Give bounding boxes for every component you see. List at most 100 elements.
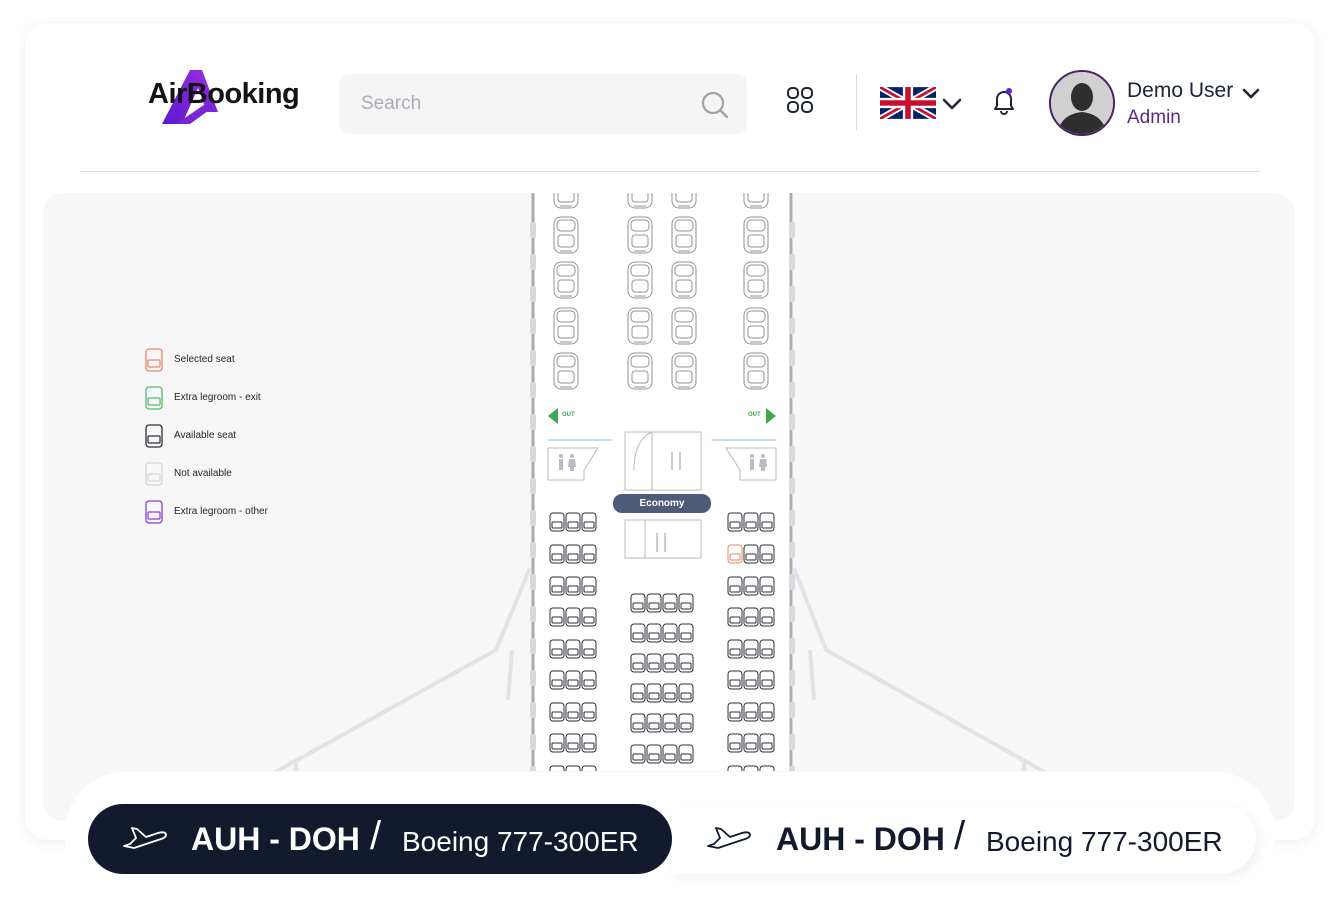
business-seat[interactable]	[553, 307, 579, 345]
business-seat[interactable]	[553, 352, 579, 390]
economy-seat[interactable]	[581, 544, 597, 564]
economy-seat[interactable]	[662, 744, 678, 764]
economy-seat[interactable]	[727, 544, 743, 564]
economy-seat[interactable]	[727, 670, 743, 690]
business-seat[interactable]	[553, 261, 579, 299]
economy-seat[interactable]	[646, 744, 662, 764]
airplane-icon	[707, 827, 751, 849]
economy-seat[interactable]	[565, 702, 581, 722]
economy-seat[interactable]	[743, 670, 759, 690]
aircraft-model: Boeing 777-300ER	[402, 826, 639, 857]
economy-seat[interactable]	[581, 607, 597, 627]
economy-seat[interactable]	[727, 733, 743, 753]
business-seat[interactable]	[743, 307, 769, 345]
economy-seat[interactable]	[565, 639, 581, 659]
business-seat[interactable]	[671, 172, 697, 209]
economy-seat[interactable]	[727, 512, 743, 532]
economy-seat[interactable]	[743, 702, 759, 722]
economy-seat[interactable]	[549, 670, 565, 690]
economy-seat[interactable]	[678, 653, 694, 673]
economy-seat[interactable]	[565, 544, 581, 564]
business-seat[interactable]	[743, 216, 769, 254]
economy-seat[interactable]	[549, 733, 565, 753]
economy-seat[interactable]	[727, 702, 743, 722]
economy-seat[interactable]	[549, 512, 565, 532]
business-seat[interactable]	[553, 172, 579, 209]
flight-tab-2[interactable]: AUH - DOH / Boeing 777-300ER	[672, 804, 1256, 874]
economy-seat[interactable]	[743, 544, 759, 564]
economy-seat[interactable]	[581, 702, 597, 722]
business-seat[interactable]	[671, 352, 697, 390]
economy-seat[interactable]	[565, 607, 581, 627]
economy-seat[interactable]	[743, 733, 759, 753]
business-seat[interactable]	[671, 261, 697, 299]
economy-seat[interactable]	[549, 576, 565, 596]
economy-seat[interactable]	[630, 744, 646, 764]
economy-seat[interactable]	[549, 544, 565, 564]
business-seat[interactable]	[627, 172, 653, 209]
economy-seat[interactable]	[630, 713, 646, 733]
legend-label: Extra legroom - other	[174, 506, 268, 517]
economy-seat[interactable]	[743, 607, 759, 627]
economy-seat[interactable]	[727, 576, 743, 596]
window	[530, 702, 536, 718]
business-seat[interactable]	[743, 172, 769, 209]
economy-seat[interactable]	[646, 713, 662, 733]
business-seat[interactable]	[627, 216, 653, 254]
economy-seat[interactable]	[646, 683, 662, 703]
economy-seat[interactable]	[549, 639, 565, 659]
economy-seat[interactable]	[662, 713, 678, 733]
economy-seat[interactable]	[662, 653, 678, 673]
economy-seat[interactable]	[662, 593, 678, 613]
business-seat[interactable]	[627, 352, 653, 390]
economy-seat[interactable]	[646, 653, 662, 673]
economy-seat[interactable]	[743, 639, 759, 659]
business-seat[interactable]	[553, 216, 579, 254]
business-seat[interactable]	[671, 216, 697, 254]
economy-seat[interactable]	[646, 623, 662, 643]
economy-seat[interactable]	[759, 702, 775, 722]
economy-seat[interactable]	[759, 639, 775, 659]
economy-seat[interactable]	[759, 512, 775, 532]
economy-seat[interactable]	[646, 593, 662, 613]
economy-seat[interactable]	[759, 544, 775, 564]
economy-seat[interactable]	[565, 733, 581, 753]
economy-seat[interactable]	[759, 670, 775, 690]
economy-seat[interactable]	[727, 607, 743, 627]
economy-seat[interactable]	[678, 683, 694, 703]
economy-seat[interactable]	[759, 733, 775, 753]
business-seat[interactable]	[671, 307, 697, 345]
business-seat[interactable]	[627, 307, 653, 345]
economy-seat[interactable]	[581, 733, 597, 753]
economy-seat[interactable]	[630, 593, 646, 613]
economy-seat[interactable]	[549, 607, 565, 627]
economy-seat[interactable]	[581, 576, 597, 596]
economy-seat[interactable]	[727, 639, 743, 659]
route-code: AUH - DOH	[776, 821, 945, 857]
business-seat[interactable]	[743, 261, 769, 299]
economy-seat[interactable]	[630, 623, 646, 643]
economy-seat[interactable]	[678, 593, 694, 613]
business-seat[interactable]	[627, 261, 653, 299]
economy-seat[interactable]	[565, 670, 581, 690]
economy-seat[interactable]	[678, 744, 694, 764]
economy-seat[interactable]	[759, 576, 775, 596]
economy-seat[interactable]	[630, 683, 646, 703]
economy-seat[interactable]	[581, 512, 597, 532]
economy-seat[interactable]	[565, 512, 581, 532]
economy-seat[interactable]	[565, 576, 581, 596]
economy-seat[interactable]	[662, 683, 678, 703]
economy-seat[interactable]	[678, 623, 694, 643]
economy-seat[interactable]	[549, 702, 565, 722]
economy-seat[interactable]	[581, 639, 597, 659]
economy-seat[interactable]	[581, 670, 597, 690]
economy-seat[interactable]	[743, 512, 759, 532]
economy-seat[interactable]	[678, 713, 694, 733]
economy-seat[interactable]	[759, 607, 775, 627]
economy-seat[interactable]	[662, 623, 678, 643]
economy-seat[interactable]	[743, 576, 759, 596]
legend-available: Available seat	[144, 424, 344, 452]
flight-tab-1[interactable]: AUH - DOH / Boeing 777-300ER	[88, 804, 672, 874]
business-seat[interactable]	[743, 352, 769, 390]
economy-seat[interactable]	[630, 653, 646, 673]
